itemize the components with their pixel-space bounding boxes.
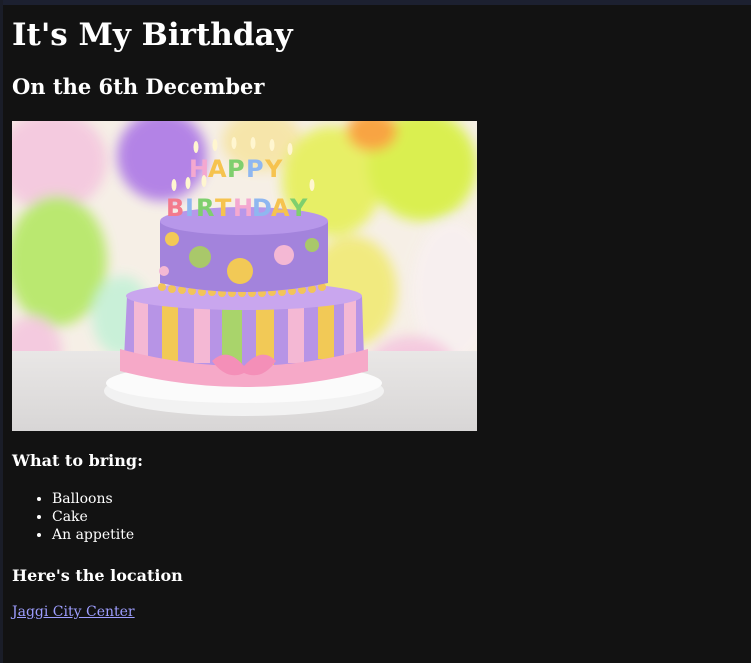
window-left-edge xyxy=(0,0,3,663)
svg-text:Y: Y xyxy=(289,194,308,222)
birthday-cake-image: H A P P Y B I R T H D A Y xyxy=(12,121,477,431)
location-link[interactable]: Jaggi City Center xyxy=(12,603,135,621)
svg-text:T: T xyxy=(215,194,232,222)
list-item: Cake xyxy=(52,508,134,526)
svg-text:A: A xyxy=(271,194,290,222)
window-top-strip xyxy=(0,0,751,5)
svg-text:B: B xyxy=(166,194,184,222)
svg-text:D: D xyxy=(252,194,272,222)
svg-text:P: P xyxy=(246,155,264,183)
bring-list: Balloons Cake An appetite xyxy=(12,490,134,544)
page-title: It's My Birthday xyxy=(12,17,293,53)
svg-text:Y: Y xyxy=(264,155,283,183)
svg-text:P: P xyxy=(227,155,245,183)
svg-text:A: A xyxy=(208,155,227,183)
svg-text:H: H xyxy=(233,194,253,222)
svg-text:I: I xyxy=(185,194,194,222)
page-subtitle: On the 6th December xyxy=(12,74,265,99)
what-to-bring-heading: What to bring: xyxy=(12,451,143,470)
location-heading: Here's the location xyxy=(12,566,183,585)
svg-text:R: R xyxy=(196,194,214,222)
list-item: Balloons xyxy=(52,490,134,508)
list-item: An appetite xyxy=(52,526,134,544)
